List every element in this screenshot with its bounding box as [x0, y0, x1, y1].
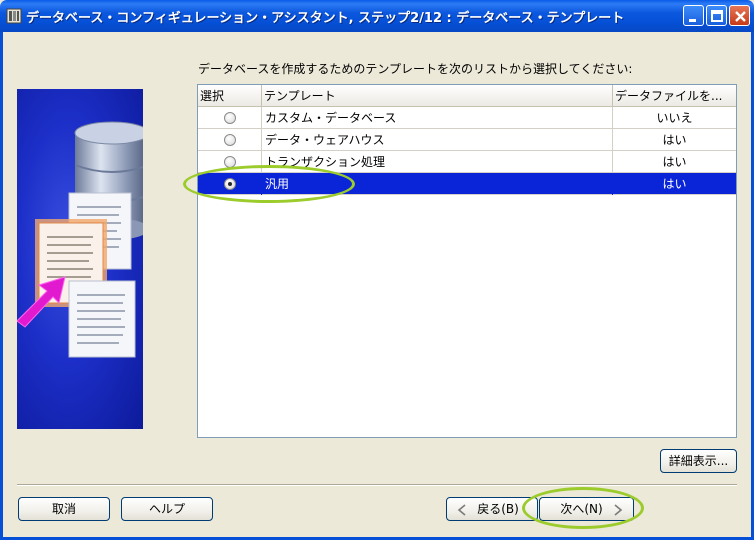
radio-button[interactable] — [224, 134, 236, 146]
template-table: 選択 テンプレート データファイルを... カスタム・データベース いいえ デー… — [197, 84, 737, 438]
close-icon — [735, 11, 746, 22]
table-row-selected[interactable]: 汎用 はい — [198, 173, 736, 195]
datafiles-value: はい — [662, 133, 687, 147]
column-header-datafiles[interactable]: データファイルを... — [613, 85, 736, 107]
wizard-illustration — [17, 89, 143, 429]
datafiles-value: はい — [662, 155, 687, 169]
next-button[interactable]: 次へ(N) — [539, 497, 634, 521]
column-header-template[interactable]: テンプレート — [262, 85, 613, 107]
radio-button[interactable] — [224, 112, 236, 124]
template-name: 汎用 — [262, 173, 613, 195]
title-bar: データベース・コンフィギュレーション・アシスタント, ステップ2/12 : デー… — [0, 0, 754, 32]
table-row[interactable]: カスタム・データベース いいえ — [198, 107, 736, 129]
database-documents-image — [17, 121, 143, 358]
back-button[interactable]: 戻る(B) — [446, 497, 538, 521]
select-cell — [198, 173, 262, 195]
next-button-label: 次へ(N) — [560, 502, 603, 516]
template-prompt: データベースを作成するためのテンプレートを次のリストから選択してください: — [198, 62, 633, 76]
close-button[interactable] — [729, 5, 750, 26]
radio-button[interactable] — [224, 156, 236, 168]
template-name: データ・ウェアハウス — [262, 129, 613, 151]
maximize-button[interactable] — [706, 5, 727, 26]
details-button[interactable]: 詳細表示... — [660, 449, 737, 473]
back-button-label: 戻る(B) — [477, 502, 519, 516]
template-name: トランザクション処理 — [262, 151, 613, 173]
column-header-select[interactable]: 選択 — [198, 85, 262, 107]
separator — [17, 484, 737, 486]
table-row[interactable]: データ・ウェアハウス はい — [198, 129, 736, 151]
select-cell — [198, 107, 262, 129]
table-header: 選択 テンプレート データファイルを... — [198, 85, 736, 107]
maximize-icon — [711, 10, 723, 22]
table-row[interactable]: トランザクション処理 はい — [198, 151, 736, 173]
radio-button-checked[interactable] — [224, 178, 236, 190]
cancel-button[interactable]: 取消 — [18, 497, 110, 521]
chevron-left-icon — [457, 504, 466, 516]
minimize-icon — [689, 19, 696, 22]
minimize-button[interactable] — [683, 5, 704, 26]
chevron-right-icon — [614, 504, 623, 516]
template-name: カスタム・データベース — [262, 107, 613, 129]
app-icon — [6, 8, 22, 24]
window-title: データベース・コンフィギュレーション・アシスタント, ステップ2/12 : デー… — [26, 11, 625, 26]
select-cell — [198, 151, 262, 173]
datafiles-value: いいえ — [656, 111, 693, 125]
select-cell — [198, 129, 262, 151]
help-button[interactable]: ヘルプ — [121, 497, 213, 521]
datafiles-value: はい — [662, 177, 687, 191]
